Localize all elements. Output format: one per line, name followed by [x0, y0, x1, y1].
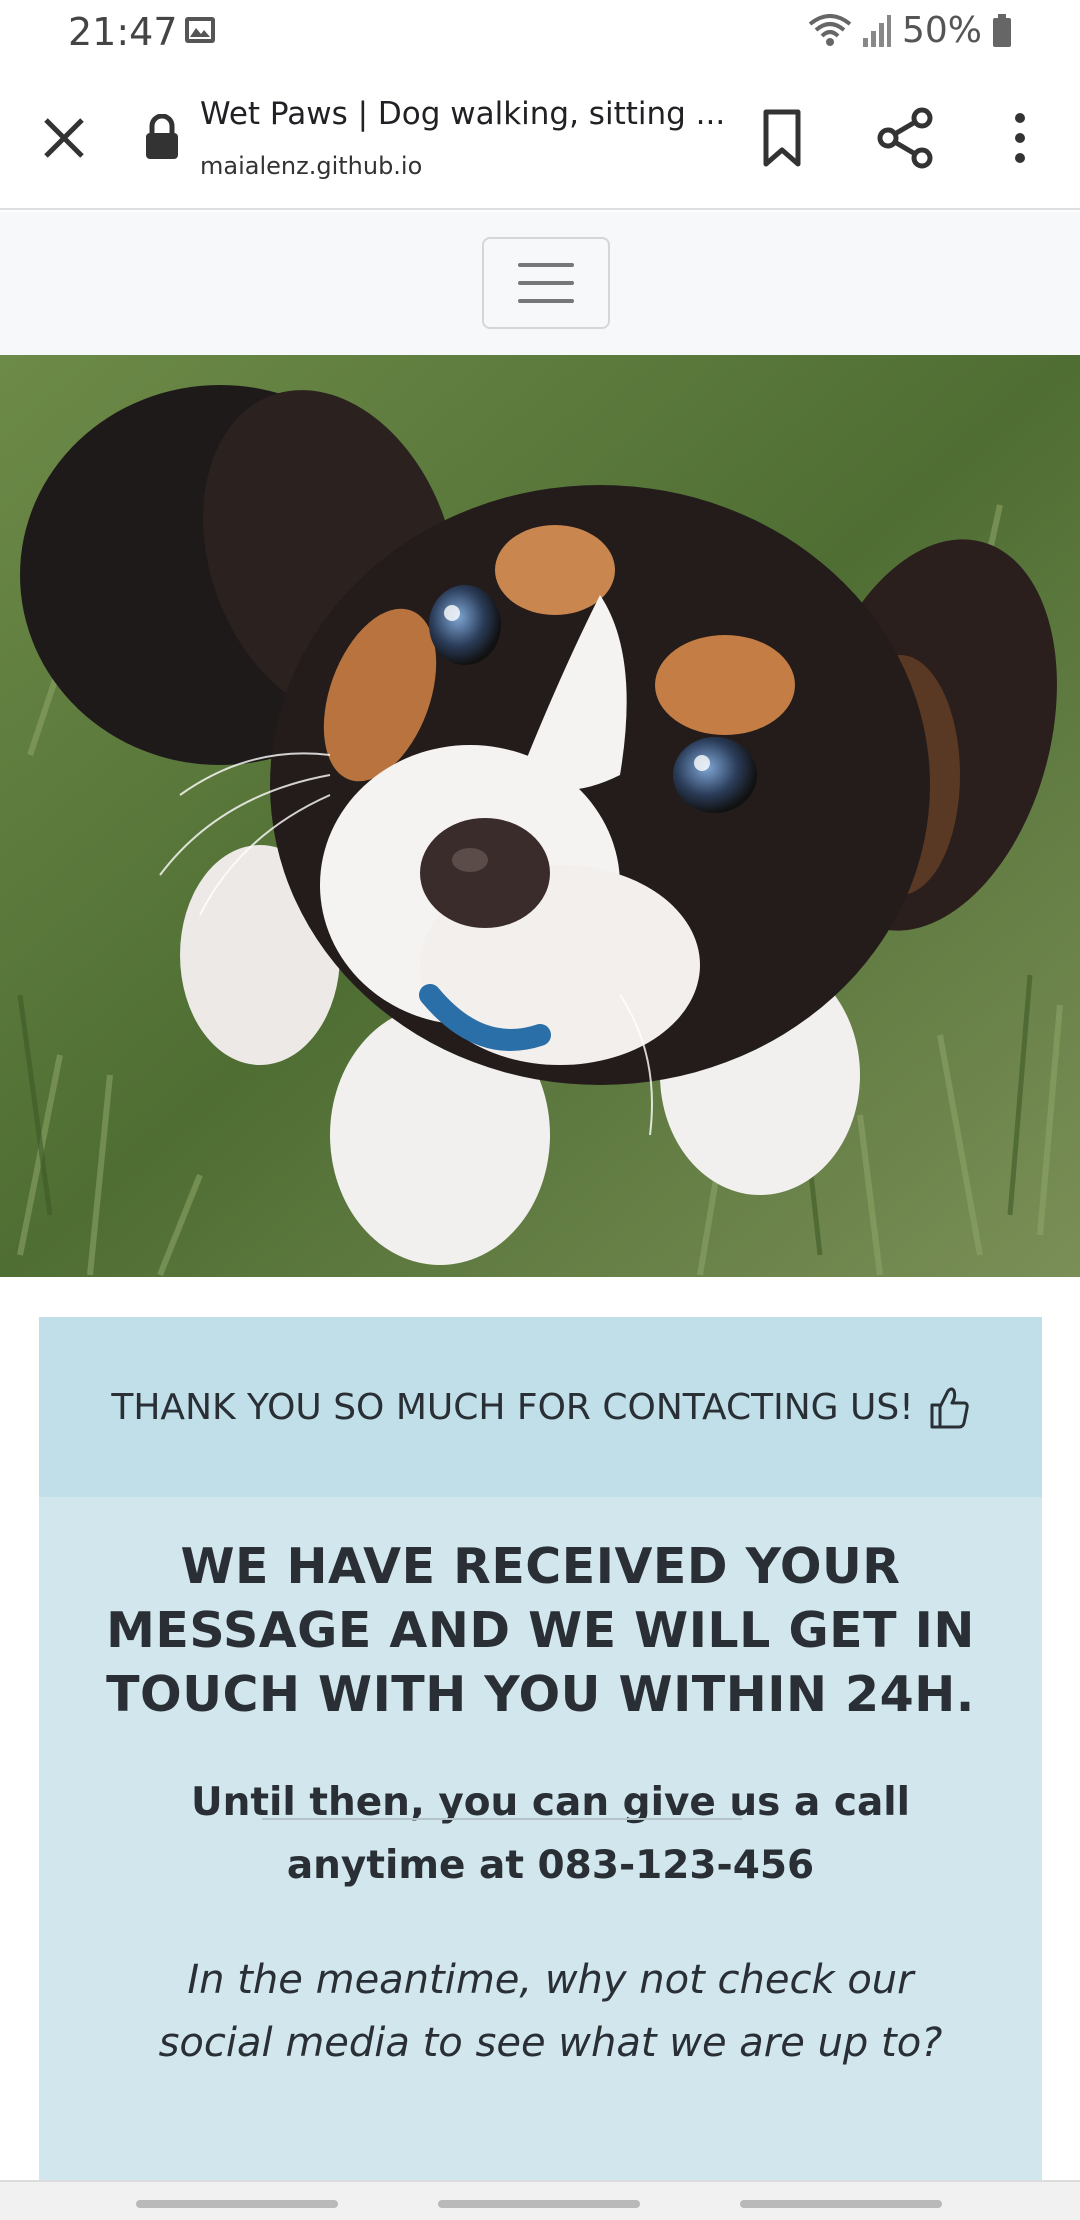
close-icon[interactable] — [36, 110, 92, 166]
navbar-toggler-button[interactable] — [482, 237, 610, 329]
hamburger-icon — [518, 281, 574, 285]
page-url[interactable]: maialenz.github.io — [200, 152, 422, 180]
lock-icon[interactable] — [144, 114, 180, 160]
puppy-photo — [0, 355, 1080, 1277]
wifi-icon — [808, 13, 852, 46]
card-header: THANK YOU SO MUCH FOR CONTACTING US! — [39, 1317, 1042, 1497]
card-heading-line: MESSAGE AND WE WILL GET IN — [106, 1602, 975, 1659]
signal-icon — [862, 14, 891, 47]
status-time: 21:47 — [68, 10, 178, 54]
gesture-handle[interactable] — [136, 2200, 338, 2208]
card-heading: WE HAVE RECEIVED YOUR MESSAGE AND WE WIL… — [39, 1535, 1042, 1727]
battery-icon — [993, 13, 1011, 47]
social-text-line: In the meantime, why not check our — [187, 1957, 914, 2003]
status-right: 50% — [808, 10, 1012, 51]
thumbs-up-icon — [930, 1387, 969, 1429]
divider — [262, 1818, 742, 1820]
site-navbar — [0, 212, 1080, 355]
call-text-line: anytime at 083-123-456 — [286, 1843, 815, 1888]
card-header-text: THANK YOU SO MUCH FOR CONTACTING US! — [111, 1386, 914, 1428]
battery-percent: 50% — [901, 10, 982, 51]
more-vert-icon[interactable] — [1000, 106, 1040, 170]
browser-toolbar: Wet Paws | Dog walking, sitting ... maia… — [0, 66, 1080, 210]
card-heading-line: TOUCH WITH YOU WITHIN 24H. — [106, 1666, 975, 1723]
thank-you-card: THANK YOU SO MUCH FOR CONTACTING US! WE … — [39, 1317, 1042, 2220]
gesture-bar — [0, 2180, 1080, 2220]
page-title[interactable]: Wet Paws | Dog walking, sitting ... — [200, 96, 725, 132]
image-icon — [185, 17, 215, 43]
status-bar: 21:47 50% — [0, 0, 1080, 66]
card-heading-line: WE HAVE RECEIVED YOUR — [180, 1538, 901, 1595]
share-icon[interactable] — [874, 106, 938, 170]
hero-image — [0, 355, 1080, 1277]
social-media-text: In the meantime, why not check our socia… — [39, 1949, 1042, 2075]
bookmark-icon[interactable] — [754, 106, 810, 170]
hamburger-icon — [518, 263, 574, 267]
call-text: Until then, you can give us a call anyti… — [39, 1771, 1042, 1897]
hamburger-icon — [518, 299, 574, 303]
call-text-line: Until then, you can give us a call — [190, 1780, 911, 1825]
social-text-line: social media to see what we are up to? — [158, 2020, 943, 2066]
gesture-handle[interactable] — [740, 2200, 942, 2208]
gesture-handle[interactable] — [438, 2200, 640, 2208]
